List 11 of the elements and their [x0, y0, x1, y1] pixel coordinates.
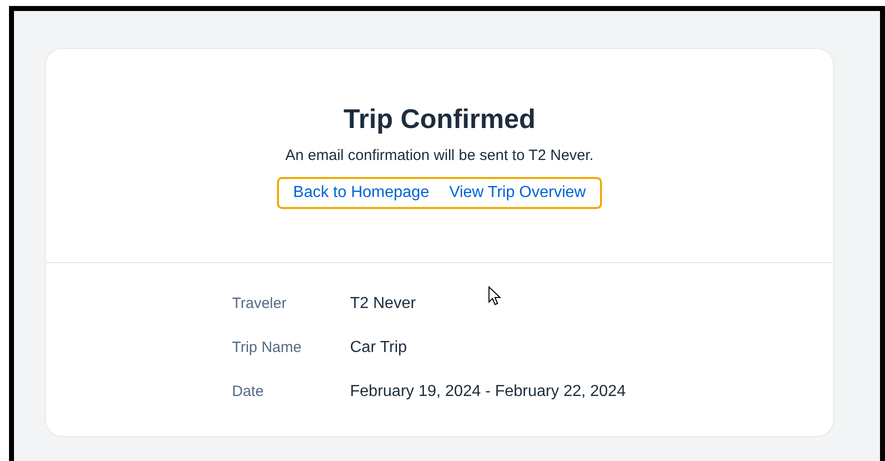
confirmation-message: An email confirmation will be sent to T2 Never. [285, 146, 594, 166]
detail-label: Trip Name [232, 338, 302, 358]
detail-value: Car Trip [350, 338, 407, 358]
detail-value: February 19, 2024 - February 22, 2024 [350, 382, 626, 402]
link[interactable]: Back to Homepage [293, 183, 430, 203]
link[interactable]: View Trip Overview [449, 183, 586, 203]
detail-value: T2 Never [350, 294, 416, 314]
pointer-cursor-icon [488, 286, 501, 306]
detail-label: Traveler [232, 294, 288, 314]
detail-label: Date [232, 382, 265, 402]
confirmation-title: Trip Confirmed [343, 103, 536, 136]
